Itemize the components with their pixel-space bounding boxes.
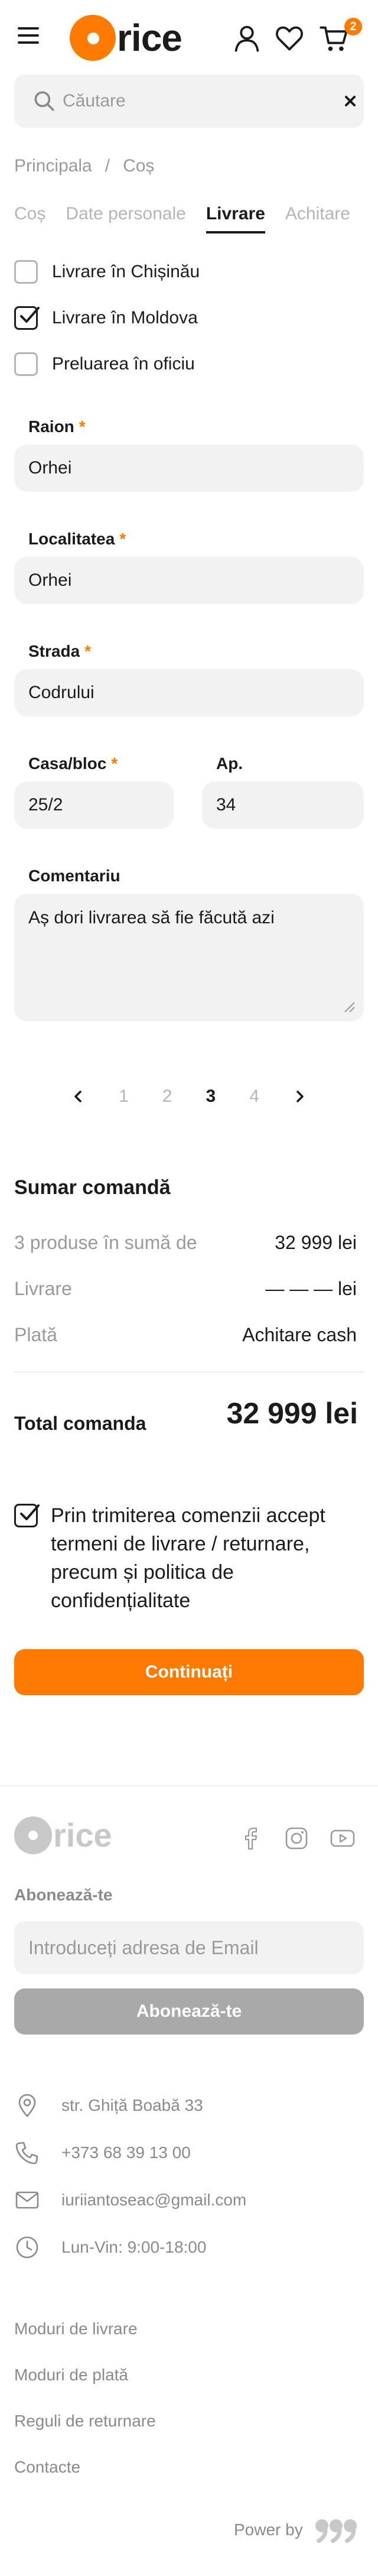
contact-hours: Lun-Vin: 9:00-18:00 [14, 2234, 206, 2260]
breadcrumb-separator: / [105, 156, 110, 176]
raion-field[interactable]: Orhei [14, 445, 364, 492]
localitatea-field[interactable]: Orhei [14, 557, 364, 604]
subscribe-title: Abonează-te [14, 1886, 113, 1904]
search-icon [34, 91, 54, 111]
contact-text: str. Ghiță Boabă 33 [61, 2096, 203, 2114]
summary-row-delivery: Livrare — — — lei [14, 1278, 357, 1300]
clock-icon [16, 2236, 38, 2259]
page-4[interactable]: 4 [249, 1086, 259, 1107]
logo-text: rice [117, 17, 183, 59]
resize-handle-icon[interactable] [343, 1000, 356, 1013]
footer-logo[interactable]: rice [14, 1816, 112, 1854]
comentariu-label: Comentariu [28, 867, 120, 885]
checkmark-icon [20, 1504, 40, 1520]
total-value: 32 999 lei [226, 1397, 358, 1430]
casa-field[interactable]: 25/2 [14, 781, 174, 829]
step-payment[interactable]: Achitare [285, 204, 350, 233]
summary-key: Livrare [14, 1278, 72, 1299]
contact-email[interactable]: iuriiantoseac@gmail.com [14, 2187, 246, 2213]
mail-icon [15, 2191, 39, 2209]
email-field [14, 1921, 364, 1974]
option-label: Livrare în Moldova [52, 308, 198, 327]
facebook-icon[interactable] [237, 1825, 263, 1851]
delivery-option-office[interactable]: Preluarea în oficiu [14, 352, 195, 376]
checkbox[interactable] [14, 260, 38, 284]
contact-address: str. Ghiță Boabă 33 [14, 2092, 203, 2118]
youtube-icon[interactable] [330, 1825, 356, 1851]
total-label: Total comanda [14, 1413, 146, 1434]
powered-by: Power by [234, 2517, 360, 2543]
strada-label: Strada * [28, 642, 92, 660]
comentariu-text: Aș dori livrarea să fie făcută azi [28, 908, 275, 927]
logo-mark [14, 1816, 52, 1854]
localitatea-label: Localitatea * [28, 530, 126, 548]
powered-by-label: Power by [234, 2520, 303, 2539]
summary-row-payment: Plată Achitare cash [14, 1324, 357, 1346]
chevron-left-icon[interactable] [71, 1088, 85, 1105]
consent-text: Prin trimiterea comenzii accept termeni … [51, 1504, 325, 1612]
ap-label: Ap. [216, 754, 243, 773]
chevron-right-icon[interactable] [293, 1088, 307, 1105]
heart-icon[interactable] [274, 22, 305, 53]
footer-link-returns[interactable]: Reguli de returnare [14, 2412, 156, 2431]
instagram-icon[interactable] [284, 1825, 309, 1851]
footer-logo-text: rice [53, 1816, 112, 1854]
checkout-steps: Coș Date personale Livrare Achitare [14, 204, 370, 233]
contact-text: +373 68 39 13 00 [61, 2143, 191, 2162]
search-bar [14, 74, 364, 128]
summary-key: Plată [14, 1324, 57, 1345]
delivery-option-chisinau[interactable]: Livrare în Chișinău [14, 260, 200, 284]
continue-button[interactable]: Continuați [14, 1649, 364, 1695]
subscribe-button[interactable]: Abonează-te [14, 1988, 364, 2035]
footer-link-delivery[interactable]: Moduri de livrare [14, 2319, 138, 2338]
ap-field[interactable]: 34 [202, 781, 364, 829]
checkbox-checked[interactable] [14, 306, 40, 330]
location-pin-icon [18, 2094, 36, 2117]
logo[interactable]: rice [70, 14, 183, 61]
checkmark-icon [20, 307, 40, 323]
page-1[interactable]: 1 [119, 1086, 129, 1107]
delivery-option-moldova[interactable]: Livrare în Moldova [14, 306, 198, 330]
breadcrumb-current: Coș [123, 156, 155, 176]
developer-logo-icon[interactable] [312, 2517, 360, 2543]
checkbox[interactable] [14, 352, 38, 376]
raion-label: Raion * [28, 417, 86, 436]
terms-consent[interactable]: Prin trimiterea comenzii accept termeni … [14, 1501, 364, 1615]
summary-value: Achitare cash [242, 1324, 357, 1345]
email-input[interactable] [14, 1921, 364, 1974]
phone-icon [15, 2142, 38, 2165]
option-label: Livrare în Chișinău [52, 262, 200, 281]
close-icon[interactable] [340, 91, 360, 111]
step-personal-data[interactable]: Date personale [66, 204, 185, 233]
footer-link-payment[interactable]: Moduri de plată [14, 2366, 128, 2384]
summary-value: 32 999 lei [275, 1232, 357, 1253]
cart-count-badge: 2 [344, 18, 362, 35]
summary-value: — — — lei [265, 1278, 357, 1299]
footer-divider [0, 1785, 378, 1786]
summary-key: 3 produse în sumă de [14, 1232, 197, 1253]
pagination: 1 2 3 4 [71, 1082, 307, 1111]
logo-mark [70, 15, 116, 61]
step-delivery[interactable]: Livrare [206, 204, 265, 233]
page-3[interactable]: 3 [206, 1086, 216, 1107]
footer-link-contacts[interactable]: Contacte [14, 2458, 80, 2477]
summary-title: Sumar comandă [14, 1176, 171, 1199]
contact-text: iuriiantoseac@gmail.com [61, 2191, 247, 2209]
summary-row-products: 3 produse în sumă de 32 999 lei [14, 1232, 357, 1254]
user-icon[interactable] [232, 22, 262, 53]
contact-phone[interactable]: +373 68 39 13 00 [14, 2140, 191, 2166]
breadcrumb-home[interactable]: Principala [14, 156, 92, 176]
divider [14, 1371, 364, 1373]
page-2[interactable]: 2 [162, 1086, 172, 1107]
casa-label: Casa/bloc * [28, 754, 118, 773]
search-input[interactable] [63, 86, 311, 116]
strada-field[interactable]: Codrului [14, 669, 364, 716]
menu-icon[interactable] [18, 27, 39, 45]
step-cart[interactable]: Coș [14, 204, 45, 233]
comentariu-textarea[interactable]: Aș dori livrarea să fie făcută azi [14, 894, 364, 1021]
option-label: Preluarea în oficiu [52, 354, 195, 374]
breadcrumb: Principala / Coș [14, 156, 154, 176]
contact-text: Lun-Vin: 9:00-18:00 [61, 2238, 207, 2256]
checkbox-checked[interactable] [14, 1504, 40, 1527]
